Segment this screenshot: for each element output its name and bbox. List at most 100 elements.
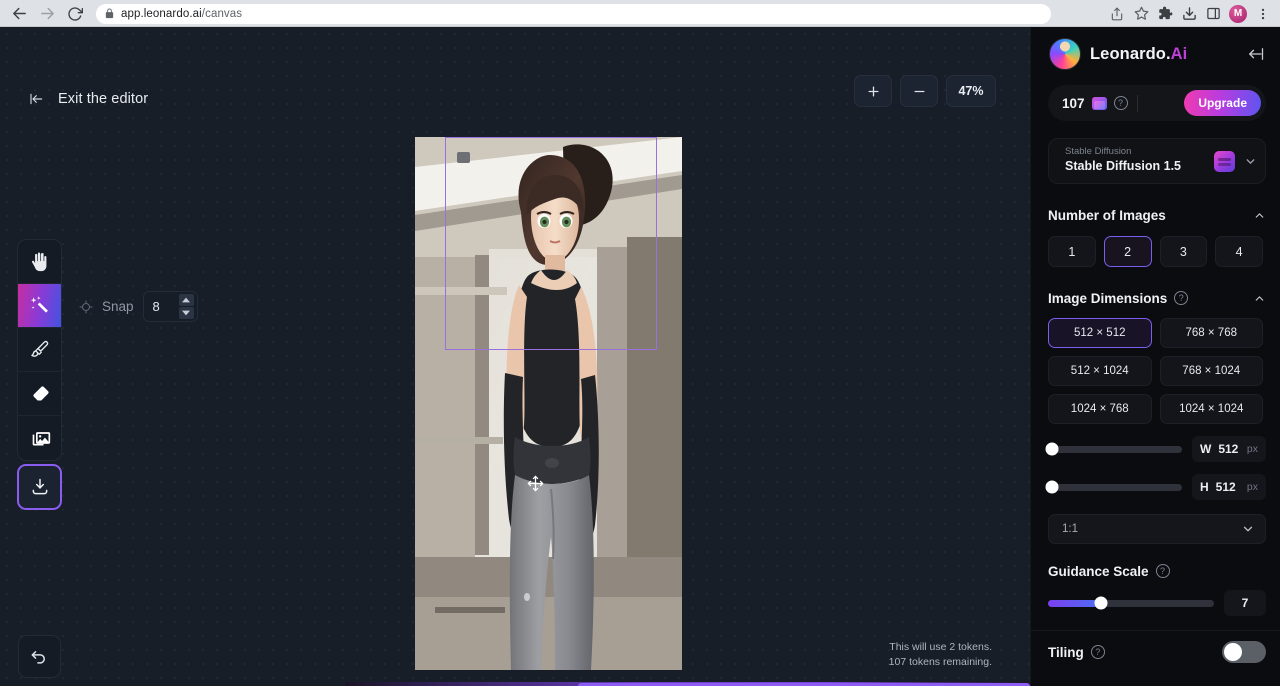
dimension-option-1024x768[interactable]: 1024 × 768 (1048, 394, 1152, 424)
token-bar: 107 ? Upgrade (1048, 85, 1266, 121)
chevron-up-icon[interactable] (1253, 209, 1266, 222)
dimension-option-512x1024[interactable]: 512 × 1024 (1048, 356, 1152, 386)
image-dimensions-options: 512 × 512 768 × 768 512 × 1024 768 × 102… (1031, 313, 1280, 424)
height-slider-knob[interactable] (1046, 481, 1059, 494)
profile-initial: M (1234, 8, 1242, 19)
guidance-scale-header: Guidance Scale ? (1031, 556, 1280, 586)
width-slider[interactable] (1048, 446, 1182, 453)
magic-wand-cursor-icon (30, 295, 51, 316)
forward-arrow-icon[interactable] (34, 3, 60, 25)
chevron-up-icon[interactable] (1253, 292, 1266, 305)
upgrade-button[interactable]: Upgrade (1184, 90, 1261, 116)
width-unit: px (1247, 443, 1258, 455)
snap-increment-button[interactable] (179, 294, 194, 306)
guidance-scale-value[interactable]: 7 (1224, 590, 1266, 616)
page-title: Leonardo.Ai (1090, 45, 1187, 64)
width-field[interactable]: W 512 px (1192, 436, 1266, 462)
chevron-down-icon[interactable] (1241, 522, 1255, 536)
download-icon[interactable] (1178, 3, 1200, 25)
canvas-artboard[interactable] (415, 137, 682, 670)
puzzle-icon[interactable] (1154, 3, 1176, 25)
aspect-ratio-value: 1:1 (1062, 523, 1078, 535)
brush-tool[interactable] (18, 328, 62, 372)
brand-name: Leonardo. (1090, 45, 1171, 63)
chevron-down-icon[interactable] (1244, 155, 1257, 168)
aspect-ratio-select[interactable]: 1:1 (1048, 514, 1266, 544)
brand-suffix: Ai (1171, 45, 1188, 63)
token-count: 107 (1062, 96, 1085, 111)
image-dimensions-title: Image Dimensions (1048, 291, 1167, 306)
canvas-area[interactable]: Exit the editor 47% (0, 27, 1030, 686)
eraser-tool[interactable] (18, 372, 62, 416)
tiling-toggle[interactable] (1222, 641, 1266, 663)
share-icon[interactable] (1106, 3, 1128, 25)
star-icon[interactable] (1130, 3, 1152, 25)
paint-brush-icon (30, 339, 51, 360)
undo-button[interactable] (18, 635, 61, 678)
browser-toolbar: app.leonardo.ai/canvas M (0, 0, 1280, 27)
num-images-option-2[interactable]: 2 (1104, 236, 1152, 267)
zoom-out-button[interactable] (900, 75, 938, 107)
height-value: 512 (1216, 480, 1236, 494)
panel-header: Leonardo.Ai (1031, 27, 1280, 81)
token-usage-line2: 107 tokens remaining. (889, 655, 992, 670)
guidance-scale-knob[interactable] (1095, 597, 1108, 610)
guidance-scale-title: Guidance Scale (1048, 564, 1149, 579)
back-arrow-icon[interactable] (6, 3, 32, 25)
pan-tool[interactable] (18, 240, 62, 284)
zoom-level-indicator[interactable]: 47% (946, 75, 996, 107)
three-dot-menu-icon[interactable] (1252, 3, 1274, 25)
model-selector[interactable]: Stable Diffusion Stable Diffusion 1.5 (1048, 138, 1266, 184)
width-slider-knob[interactable] (1046, 443, 1059, 456)
image-dimensions-header[interactable]: Image Dimensions ? (1031, 283, 1280, 313)
dimension-option-512x512[interactable]: 512 × 512 (1048, 318, 1152, 348)
magic-select-tool[interactable] (18, 284, 62, 328)
reload-icon[interactable] (62, 3, 88, 25)
image-icon (31, 428, 51, 448)
download-tool-icon (30, 477, 50, 497)
height-field[interactable]: H 512 px (1192, 474, 1266, 500)
profile-avatar[interactable]: M (1229, 5, 1247, 23)
tool-rail (17, 239, 62, 461)
dimension-option-1024x1024[interactable]: 1024 × 1024 (1160, 394, 1264, 424)
model-name: Stable Diffusion 1.5 (1065, 159, 1181, 175)
num-images-option-1[interactable]: 1 (1048, 236, 1096, 267)
zoom-in-button[interactable] (854, 75, 892, 107)
height-slider[interactable] (1048, 484, 1182, 491)
exit-editor-button[interactable]: Exit the editor (27, 86, 148, 112)
side-panel-icon[interactable] (1202, 3, 1224, 25)
tiling-toggle-knob (1224, 643, 1242, 661)
site-security-icon[interactable] (104, 8, 115, 19)
snap-input[interactable]: 8 (143, 291, 198, 322)
number-of-images-options: 1 2 3 4 (1031, 230, 1280, 267)
model-thumbnail-icon (1214, 151, 1235, 172)
collapse-panel-icon[interactable] (1244, 45, 1266, 63)
guidance-scale-row: 7 (1031, 586, 1280, 616)
hand-icon (31, 252, 51, 272)
snap-label: Snap (102, 299, 134, 314)
help-icon[interactable]: ? (1091, 645, 1105, 659)
token-coin-icon (1092, 97, 1107, 110)
num-images-option-4[interactable]: 4 (1215, 236, 1263, 267)
url-text: app.leonardo.ai/canvas (121, 8, 242, 20)
export-tool[interactable] (17, 464, 62, 510)
help-icon[interactable]: ? (1114, 96, 1128, 110)
guidance-scale-slider[interactable] (1048, 600, 1214, 607)
num-images-option-3[interactable]: 3 (1160, 236, 1208, 267)
dimension-option-768x1024[interactable]: 768 × 1024 (1160, 356, 1264, 386)
selection-handle-icon[interactable] (457, 152, 470, 163)
snap-decrement-button[interactable] (179, 307, 194, 319)
model-texts: Stable Diffusion Stable Diffusion 1.5 (1065, 147, 1181, 174)
address-bar[interactable]: app.leonardo.ai/canvas (96, 4, 1051, 24)
snap-stepper (179, 294, 194, 319)
dimension-option-768x768[interactable]: 768 × 768 (1160, 318, 1264, 348)
guidance-scale-fill (1048, 600, 1101, 607)
number-of-images-header[interactable]: Number of Images (1031, 200, 1280, 230)
zoom-controls: 47% (854, 75, 996, 107)
help-icon[interactable]: ? (1156, 564, 1170, 578)
number-of-images-title: Number of Images (1048, 208, 1166, 223)
help-icon[interactable]: ? (1174, 291, 1188, 305)
image-tool[interactable] (18, 416, 62, 460)
snap-toggle-icon[interactable] (79, 300, 93, 314)
width-value: 512 (1218, 442, 1238, 456)
